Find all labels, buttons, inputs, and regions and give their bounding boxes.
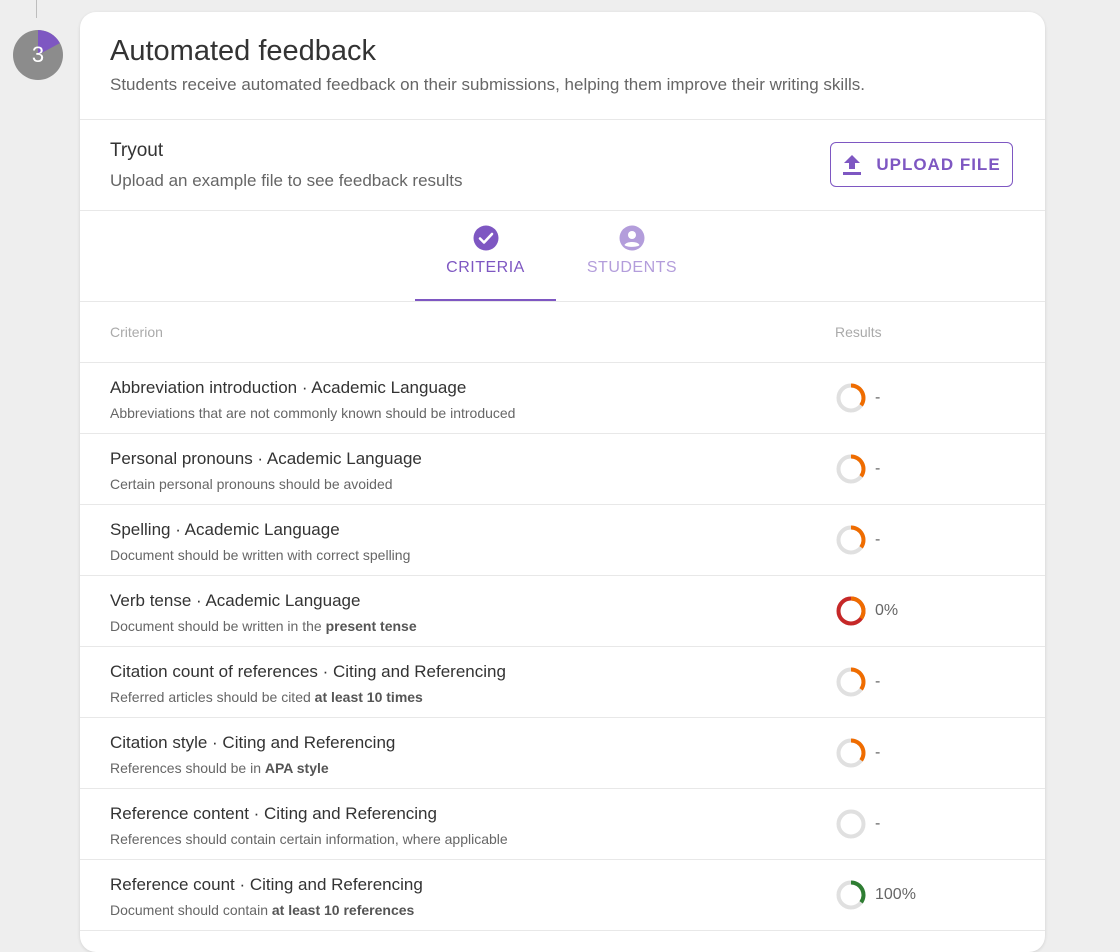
result-cell: -: [835, 453, 880, 485]
criterion-description: Document should contain at least 10 refe…: [110, 902, 414, 918]
criteria-list: Abbreviation introduction · Academic Lan…: [80, 363, 1045, 931]
table-row[interactable]: Reference content · Citing and Referenci…: [80, 789, 1045, 860]
column-header-results: Results: [835, 324, 882, 340]
result-value: 100%: [875, 886, 916, 903]
criterion-description-text: References should contain certain inform…: [110, 831, 508, 847]
table-row[interactable]: Citation count of references · Citing an…: [80, 647, 1045, 718]
tryout-description: Upload an example file to see feedback r…: [110, 171, 463, 190]
criterion-description: Document should be written with correct …: [110, 547, 410, 563]
page-title: Automated feedback: [110, 35, 377, 67]
criterion-description-emphasis: at least 10 references: [271, 902, 415, 918]
criterion-title: Abbreviation introduction · Academic Lan…: [110, 378, 467, 397]
result-ring-arc-segment: [850, 596, 866, 620]
criterion-description: Abbreviations that are not commonly know…: [110, 405, 515, 421]
result-value: -: [875, 815, 881, 832]
step-number: 3: [31, 42, 45, 67]
criterion-title: Citation style · Citing and Referencing: [110, 733, 396, 752]
criterion-title: Verb tense · Academic Language: [110, 591, 361, 610]
result-cell: -: [835, 382, 880, 414]
result-progress-ring-icon: [836, 738, 866, 768]
result-value: -: [875, 531, 881, 548]
result-progress-ring-icon: [836, 667, 866, 697]
account-circle-icon: [619, 225, 645, 251]
tab-bar: CRITERIA STUDENTS: [80, 211, 1045, 302]
criterion-description-text: Abbreviations that are not commonly know…: [110, 405, 516, 421]
table-row[interactable]: Spelling · Academic Language Document sho…: [80, 505, 1045, 576]
criterion-description: Certain personal pronouns should be avoi…: [110, 476, 393, 492]
result-ring-arc: [850, 667, 866, 691]
result-progress-ring-icon: [836, 454, 866, 484]
result-ring-arc: [850, 525, 866, 549]
check-circle-icon: [473, 225, 498, 251]
result-value: -: [875, 673, 881, 690]
upload-file-label: UPLOAD FILE: [876, 154, 1001, 174]
criterion-title: Spelling · Academic Language: [110, 520, 340, 539]
criterion-title: Personal pronouns · Academic Language: [110, 449, 422, 468]
upload-icon: [843, 154, 862, 175]
result-cell: -: [835, 737, 880, 769]
tryout-label: Tryout: [110, 140, 164, 161]
result-ring-arc: [850, 454, 866, 478]
timeline-line: [36, 0, 37, 18]
criterion-title: Reference count · Citing and Referencing: [110, 875, 423, 894]
criterion-description-text: Document should contain: [110, 902, 272, 918]
tab-students[interactable]: STUDENTS: [572, 225, 692, 301]
tryout-section: Tryout Upload an example file to see fee…: [80, 120, 1045, 211]
criterion-description-emphasis: present tense: [325, 618, 417, 634]
upload-file-button[interactable]: UPLOAD FILE: [830, 142, 1013, 187]
criterion-description-text: Document should be written in the: [110, 618, 326, 634]
result-ring-arc: [850, 880, 866, 904]
result-progress-ring-icon: [836, 880, 866, 910]
table-row[interactable]: Personal pronouns · Academic Language Cer…: [80, 434, 1045, 505]
criterion-description-text: Document should be written with correct …: [110, 547, 411, 563]
criterion-description-emphasis: APA style: [264, 760, 329, 776]
criterion-description: Referred articles should be cited at lea…: [110, 689, 423, 705]
page-subtitle: Students receive automated feedback on t…: [110, 75, 865, 94]
result-value: -: [875, 744, 881, 761]
tab-students-label: STUDENTS: [586, 259, 678, 276]
result-progress-ring-icon: [836, 809, 866, 839]
result-progress-ring-icon: [836, 525, 866, 555]
tab-criteria-label: CRITERIA: [446, 259, 525, 276]
result-cell: -: [835, 666, 880, 698]
result-ring-arc: [850, 383, 866, 407]
criterion-description: References should contain certain inform…: [110, 831, 508, 847]
result-cell: -: [835, 524, 880, 556]
table-header: Criterion Results: [80, 302, 1045, 363]
result-ring-arc: [850, 738, 866, 762]
table-row[interactable]: Citation style · Citing and Referencing R…: [80, 718, 1045, 789]
result-ring-track: [836, 809, 866, 839]
criterion-title: Citation count of references · Citing an…: [110, 662, 506, 681]
criterion-description: Document should be written in the presen…: [110, 618, 417, 634]
result-cell: 0%: [835, 595, 898, 627]
criterion-description-emphasis: at least 10 times: [314, 689, 423, 705]
card-header: Automated feedback Students receive auto…: [80, 12, 1045, 120]
result-progress-ring-icon: [836, 596, 866, 626]
table-row[interactable]: Verb tense · Academic Language Document s…: [80, 576, 1045, 647]
step-badge: 3: [13, 30, 63, 80]
table-row[interactable]: Abbreviation introduction · Academic Lan…: [80, 363, 1045, 434]
tab-criteria[interactable]: CRITERIA: [415, 225, 556, 301]
feedback-card: Automated feedback Students receive auto…: [80, 12, 1045, 952]
result-cell: 100%: [835, 879, 916, 911]
criterion-title: Reference content · Citing and Referenci…: [110, 804, 437, 823]
result-progress-ring-icon: [836, 383, 866, 413]
result-value: 0%: [875, 602, 899, 619]
result-cell: -: [835, 808, 880, 840]
result-value: -: [875, 460, 881, 477]
column-header-criterion: Criterion: [110, 324, 163, 340]
criterion-description-text: Certain personal pronouns should be avoi…: [110, 476, 393, 492]
criterion-description-text: Referred articles should be cited: [110, 689, 315, 705]
criterion-description: References should be in APA style: [110, 760, 329, 776]
table-row[interactable]: Reference count · Citing and Referencing…: [80, 860, 1045, 931]
criterion-description-text: References should be in: [110, 760, 265, 776]
result-value: -: [875, 389, 881, 406]
